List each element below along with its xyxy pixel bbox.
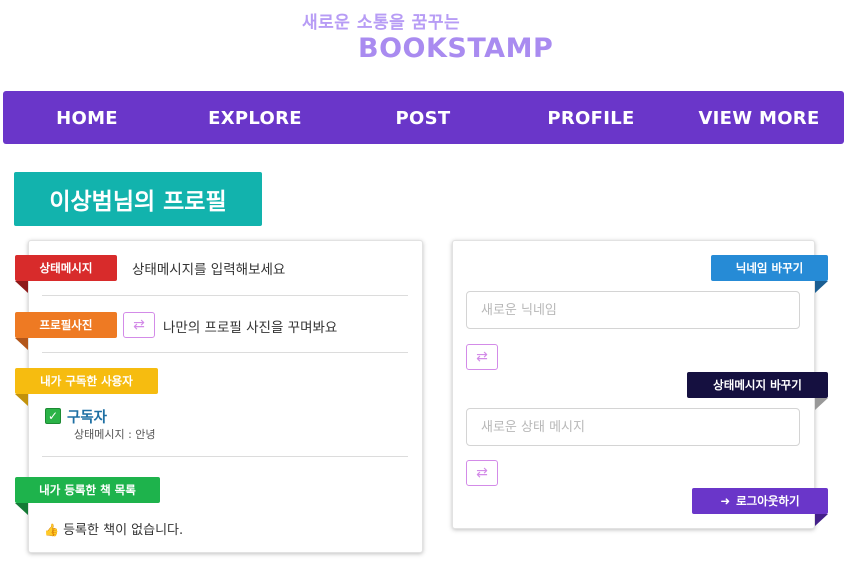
thumbs-up-icon: 👍 bbox=[44, 523, 59, 537]
divider bbox=[42, 456, 408, 457]
check-icon: ✓ bbox=[45, 408, 61, 424]
main-nav: HOME EXPLORE POST PROFILE VIEW MORE bbox=[3, 91, 844, 144]
nav-explore[interactable]: EXPLORE bbox=[171, 91, 339, 144]
nickname-submit-button[interactable]: ⇄ bbox=[466, 344, 498, 370]
logout-label: 로그아웃하기 bbox=[736, 494, 800, 508]
nav-home[interactable]: HOME bbox=[3, 91, 171, 144]
books-empty-text: 등록한 책이 없습니다. bbox=[63, 523, 184, 538]
subscribed-user-link[interactable]: 구독자 bbox=[67, 406, 107, 427]
status-submit-button[interactable]: ⇄ bbox=[466, 460, 498, 486]
status-message-text: 상태메시지를 입력해보세요 bbox=[132, 262, 286, 278]
status-message-input[interactable] bbox=[466, 408, 800, 446]
profile-photo-swap-button[interactable]: ⇄ bbox=[123, 312, 155, 338]
nav-post[interactable]: POST bbox=[339, 91, 507, 144]
swap-icon: ⇄ bbox=[133, 317, 145, 333]
page-title: 이상범님의 프로필 bbox=[14, 172, 262, 226]
swap-icon: ⇄ bbox=[476, 349, 488, 365]
nav-profile[interactable]: PROFILE bbox=[507, 91, 675, 144]
nav-view-more[interactable]: VIEW MORE bbox=[675, 91, 843, 144]
sign-out-icon: ➜ bbox=[720, 494, 731, 508]
subscribed-user-status: 상태메시지 : 안녕 bbox=[74, 428, 156, 441]
divider bbox=[42, 352, 408, 353]
profile-photo-ribbon: 프로필사진 bbox=[15, 312, 117, 350]
change-nickname-ribbon: 닉네임 바꾸기 bbox=[711, 255, 828, 293]
status-message-ribbon: 상태메시지 bbox=[15, 255, 117, 293]
brand-logo[interactable]: BOOKSTAMP bbox=[358, 33, 553, 64]
subscriptions-ribbon: 내가 구독한 사용자 bbox=[15, 368, 158, 406]
profile-photo-text: 나만의 프로필 사진을 꾸며봐요 bbox=[163, 320, 338, 336]
logout-button[interactable]: ➜ 로그아웃하기 bbox=[692, 488, 828, 526]
books-ribbon: 내가 등록한 책 목록 bbox=[15, 477, 160, 515]
swap-icon: ⇄ bbox=[476, 465, 488, 481]
brand-tagline: 새로운 소통을 꿈꾸는 bbox=[302, 13, 461, 33]
books-empty-row: 👍 등록한 책이 없습니다. bbox=[44, 519, 183, 538]
nickname-input[interactable] bbox=[466, 291, 800, 329]
divider bbox=[42, 295, 408, 296]
profile-info-card bbox=[28, 240, 423, 553]
change-status-ribbon: 상태메시지 바꾸기 bbox=[687, 372, 828, 410]
